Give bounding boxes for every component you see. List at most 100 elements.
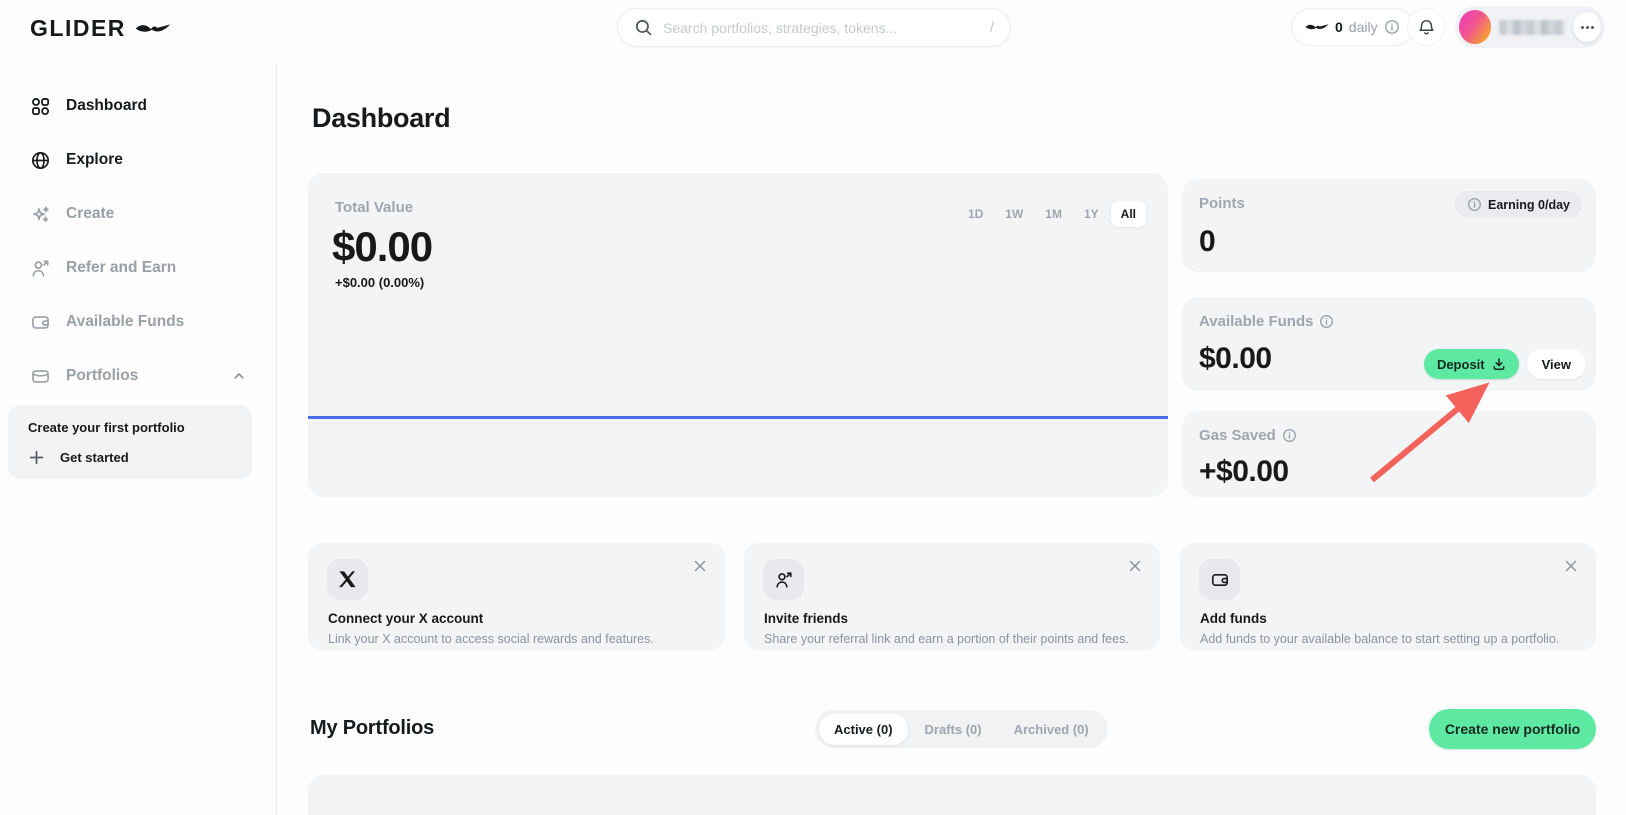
sidebar-item-label: Portfolios bbox=[66, 367, 138, 385]
daily-label: daily bbox=[1349, 19, 1378, 35]
connect-x-card: Connect your X account Link your X accou… bbox=[308, 543, 725, 650]
total-value-card: Total Value $0.00 +$0.00 (0.00%) 1D 1W 1… bbox=[308, 173, 1168, 497]
time-range-selector: 1D 1W 1M 1Y All bbox=[958, 201, 1146, 227]
search-shortcut-key: / bbox=[990, 19, 994, 36]
sidebar-item-explore[interactable]: Explore bbox=[0, 133, 276, 187]
points-card: Points Earning 0/day 0 bbox=[1182, 179, 1596, 272]
daily-count: 0 bbox=[1335, 19, 1343, 35]
x-logo-icon bbox=[327, 559, 368, 600]
create-first-portfolio-title: Create your first portfolio bbox=[28, 420, 252, 435]
view-label: View bbox=[1542, 357, 1571, 372]
points-value: 0 bbox=[1199, 225, 1215, 259]
avatar bbox=[1459, 10, 1491, 44]
globe-icon bbox=[30, 150, 51, 171]
sidebar: Dashboard Explore Create Refer and Earn … bbox=[0, 63, 277, 815]
wallet-icon bbox=[1199, 559, 1240, 600]
promo-description: Share your referral link and earn a port… bbox=[764, 632, 1129, 646]
close-icon bbox=[1128, 559, 1142, 573]
get-started-button[interactable]: Get started bbox=[28, 449, 252, 466]
range-1d[interactable]: 1D bbox=[958, 201, 993, 227]
sidebar-item-create[interactable]: Create bbox=[0, 187, 276, 241]
page-title: Dashboard bbox=[312, 103, 450, 134]
info-icon[interactable] bbox=[1319, 314, 1334, 329]
create-first-portfolio-box: Create your first portfolio Get started bbox=[8, 405, 252, 479]
close-button[interactable] bbox=[1126, 557, 1144, 575]
plus-icon bbox=[28, 449, 45, 466]
account-menu[interactable] bbox=[1455, 6, 1605, 48]
available-funds-label: Available Funds bbox=[1199, 313, 1313, 330]
close-button[interactable] bbox=[691, 557, 709, 575]
promo-title: Invite friends bbox=[764, 611, 848, 626]
person-arrow-icon bbox=[30, 258, 51, 279]
sidebar-item-refer-and-earn[interactable]: Refer and Earn bbox=[0, 241, 276, 295]
invite-friends-card: Invite friends Share your referral link … bbox=[744, 543, 1160, 650]
promo-description: Link your X account to access social rew… bbox=[328, 632, 654, 646]
range-1y[interactable]: 1Y bbox=[1074, 201, 1109, 227]
sidebar-item-label: Dashboard bbox=[66, 97, 147, 115]
range-1w[interactable]: 1W bbox=[995, 201, 1033, 227]
gas-saved-amount: +$0.00 bbox=[1199, 455, 1289, 489]
portfolio-list-card bbox=[308, 775, 1596, 815]
earning-rate-badge: Earning 0/day bbox=[1455, 191, 1582, 218]
search-input[interactable] bbox=[663, 20, 980, 36]
flat-value-chart-line bbox=[308, 416, 1168, 419]
brand-name: GLIDER bbox=[30, 15, 126, 42]
total-value-label: Total Value bbox=[335, 199, 413, 216]
redacted-username bbox=[1499, 20, 1566, 35]
gas-saved-card: Gas Saved +$0.00 bbox=[1182, 411, 1596, 497]
bird-icon bbox=[135, 21, 171, 36]
ellipsis-icon bbox=[1581, 26, 1584, 29]
deposit-button[interactable]: Deposit bbox=[1424, 349, 1519, 379]
brand-logo[interactable]: GLIDER bbox=[30, 15, 171, 42]
sidebar-item-label: Refer and Earn bbox=[66, 259, 176, 277]
promo-title: Add funds bbox=[1200, 611, 1267, 626]
daily-points-pill[interactable]: 0 daily bbox=[1291, 8, 1414, 46]
get-started-label: Get started bbox=[60, 450, 129, 465]
sidebar-item-label: Explore bbox=[66, 151, 123, 169]
sidebar-item-portfolios[interactable]: Portfolios bbox=[0, 349, 276, 403]
close-button[interactable] bbox=[1562, 557, 1580, 575]
promo-description: Add funds to your available balance to s… bbox=[1200, 632, 1559, 646]
create-new-portfolio-button[interactable]: Create new portfolio bbox=[1429, 709, 1596, 749]
available-funds-card: Available Funds $0.00 Deposit View bbox=[1182, 297, 1596, 391]
person-plus-icon bbox=[763, 559, 804, 600]
bell-icon bbox=[1417, 18, 1436, 37]
points-label: Points bbox=[1199, 195, 1245, 212]
total-value-amount: $0.00 bbox=[332, 223, 432, 271]
tab-drafts[interactable]: Drafts (0) bbox=[910, 714, 997, 745]
info-icon[interactable] bbox=[1384, 19, 1400, 35]
info-icon[interactable] bbox=[1282, 428, 1297, 443]
promo-title: Connect your X account bbox=[328, 611, 483, 626]
add-funds-card: Add funds Add funds to your available ba… bbox=[1180, 543, 1596, 650]
close-icon bbox=[693, 559, 707, 573]
search-bar[interactable]: / bbox=[617, 8, 1011, 47]
earning-rate-text: Earning 0/day bbox=[1488, 198, 1570, 212]
gas-saved-label: Gas Saved bbox=[1199, 427, 1276, 444]
more-options-button[interactable] bbox=[1573, 12, 1601, 42]
notifications-button[interactable] bbox=[1407, 8, 1445, 46]
view-funds-button[interactable]: View bbox=[1527, 349, 1586, 379]
range-1m[interactable]: 1M bbox=[1035, 201, 1072, 227]
wallet-icon bbox=[30, 312, 51, 333]
chevron-up-icon[interactable] bbox=[232, 369, 246, 383]
bird-icon bbox=[1305, 22, 1329, 32]
close-icon bbox=[1564, 559, 1578, 573]
portfolio-tabs: Active (0) Drafts (0) Archived (0) bbox=[815, 710, 1108, 748]
sidebar-item-available-funds[interactable]: Available Funds bbox=[0, 295, 276, 349]
range-all[interactable]: All bbox=[1111, 201, 1146, 227]
search-icon bbox=[634, 18, 653, 37]
total-value-change: +$0.00 (0.00%) bbox=[335, 275, 424, 290]
my-portfolios-title: My Portfolios bbox=[310, 717, 434, 740]
deposit-label: Deposit bbox=[1437, 357, 1485, 372]
sparkles-icon bbox=[30, 204, 51, 225]
sidebar-item-dashboard[interactable]: Dashboard bbox=[0, 79, 276, 133]
sidebar-item-label: Create bbox=[66, 205, 114, 223]
tab-archived[interactable]: Archived (0) bbox=[999, 714, 1104, 745]
sidebar-item-label: Available Funds bbox=[66, 313, 184, 331]
info-icon bbox=[1467, 197, 1482, 212]
tab-active[interactable]: Active (0) bbox=[819, 714, 908, 745]
portfolio-icon bbox=[30, 366, 51, 387]
grid-icon bbox=[30, 96, 51, 117]
top-bar: GLIDER / 0 daily bbox=[0, 0, 1626, 63]
available-funds-amount: $0.00 bbox=[1199, 342, 1272, 376]
